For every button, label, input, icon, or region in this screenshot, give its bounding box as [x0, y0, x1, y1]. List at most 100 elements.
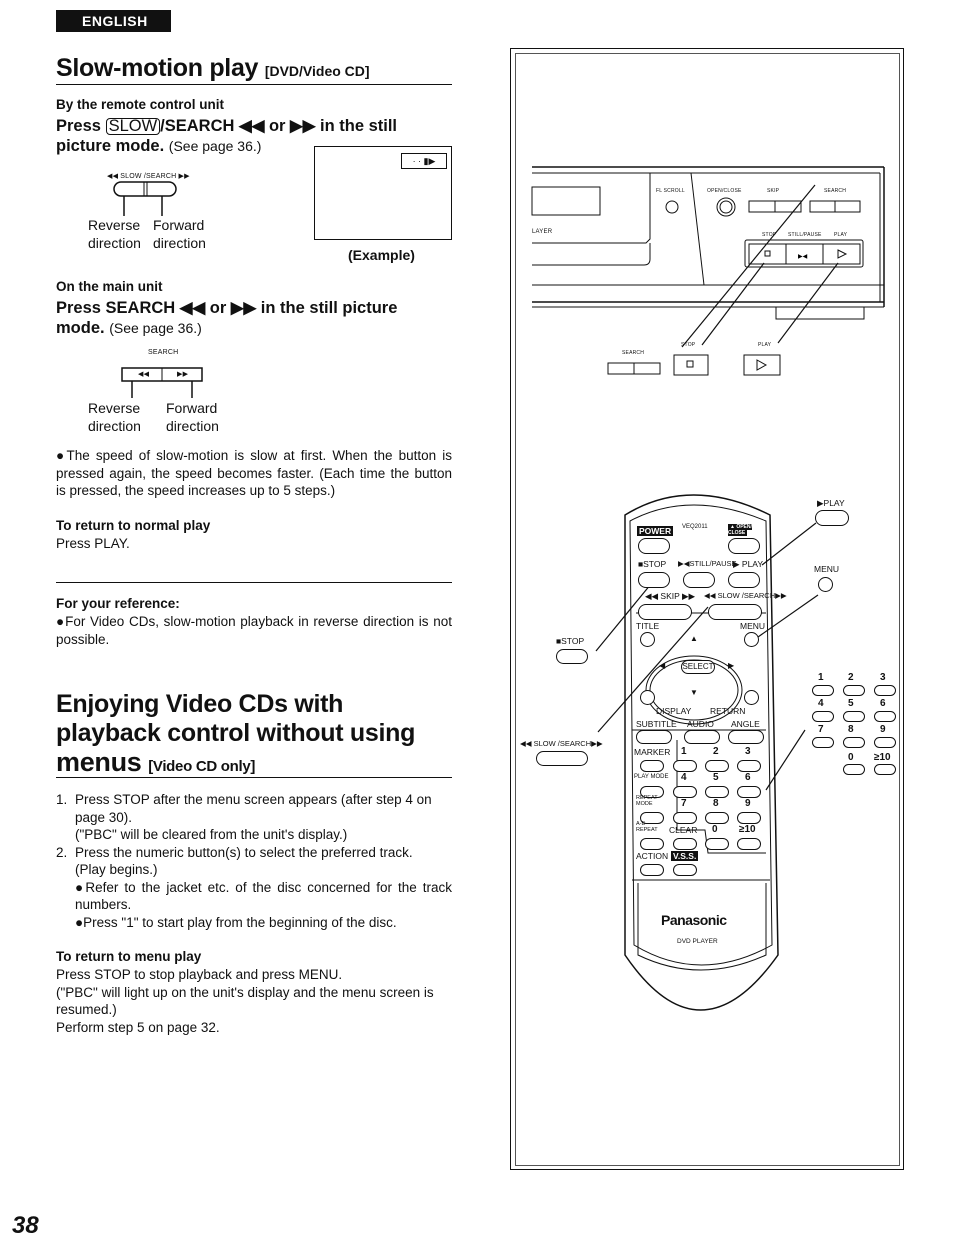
remote-key-8[interactable] [705, 812, 729, 824]
step-body: Press the numeric button(s) to select th… [75, 844, 452, 932]
remote-key-7[interactable] [673, 812, 697, 824]
remote-return-button[interactable] [744, 690, 759, 705]
remote-key-9[interactable] [737, 812, 761, 824]
model-text: LAYER [532, 229, 553, 235]
remote-key-4[interactable] [673, 786, 697, 798]
remote-slow-search-label: ◀◀ SLOW /SEARCH▶▶ [704, 591, 787, 600]
remote-ab-repeat-button[interactable] [640, 838, 664, 850]
remote-key-3[interactable] [737, 760, 761, 772]
callout-key-label-4: 4 [818, 698, 824, 709]
callout-key-label-9: 9 [880, 724, 886, 735]
callout-key-9 [874, 737, 896, 748]
section-title-slow-motion: Slow-motion play [DVD/Video CD] [56, 54, 370, 83]
language-tab: ENGLISH [56, 10, 171, 32]
remote-skip-button[interactable] [638, 604, 692, 620]
remote-vss-label: V.S.S. [671, 851, 699, 861]
remote-marker-label: MARKER [634, 747, 671, 757]
reference-heading: For your reference: [56, 596, 180, 611]
callout-remote-menu: MENU [814, 564, 840, 574]
remote-angle-button[interactable] [728, 730, 764, 744]
reverse-word: Reverse [88, 217, 141, 233]
cursor-left-icon[interactable]: ◀ [659, 661, 665, 670]
remote-menu-button[interactable] [744, 632, 759, 647]
remote-display-button[interactable] [640, 690, 655, 705]
return-line: Press STOP to stop playback and press ME… [56, 967, 343, 982]
remote-title-button[interactable] [640, 632, 655, 647]
main-search-label: SEARCH [148, 349, 179, 356]
callout-key-1 [812, 685, 834, 696]
main-unit-instruction: Press SEARCH ◀◀ or ▶▶ in the still pictu… [56, 298, 452, 338]
key-label-4: 4 [681, 772, 687, 783]
step-bullet: ●Press "1" to start play from the beginn… [75, 914, 397, 930]
return-normal-heading: To return to normal play [56, 518, 211, 533]
key-label-6: 6 [745, 772, 751, 783]
instr-post: /SEARCH ◀◀ or ▶▶ in the still [160, 117, 398, 135]
step-number: 2. [56, 844, 68, 860]
remote-key-6[interactable] [737, 786, 761, 798]
slow-osd-indicator: · · ▮▶ [401, 153, 447, 169]
power-text: POWER [637, 526, 674, 536]
remote-stop-label: ■STOP [638, 559, 667, 569]
remote-subheading: By the remote control unit [56, 97, 225, 112]
callout-key-7 [812, 737, 834, 748]
remote-audio-button[interactable] [684, 730, 720, 744]
remote-key-5[interactable] [705, 786, 729, 798]
product-label: DVD PLAYER [677, 938, 718, 945]
remote-vss-button[interactable] [673, 864, 697, 876]
reference-divider [56, 582, 452, 583]
remote-key-2[interactable] [705, 760, 729, 772]
remote-open-close-label: ▲ OPEN/ CLOSE [728, 524, 758, 536]
remote-marker-button[interactable] [640, 760, 664, 772]
key-label-7: 7 [681, 798, 687, 809]
remote-play-button[interactable] [728, 572, 760, 588]
remote-subtitle-label: SUBTITLE [636, 719, 677, 729]
slow-key: SLOW [105, 118, 161, 135]
key-label-0: 0 [712, 824, 718, 835]
play-label-panel: PLAY [834, 232, 848, 238]
step-line: Press STOP after the menu screen appears… [75, 792, 432, 825]
cursor-right-icon[interactable]: ▶ [728, 661, 734, 670]
remote-still-pause-button[interactable] [683, 572, 715, 588]
callout-key-label-1: 1 [818, 672, 824, 683]
stop-label-panel: STOP [762, 232, 777, 238]
remote-key-10plus[interactable] [737, 838, 761, 850]
remote-power-button[interactable] [638, 538, 670, 554]
key-label-1: 1 [681, 746, 687, 757]
remote-slow-search-button[interactable] [708, 604, 762, 620]
search-label-panel: SEARCH [824, 188, 847, 194]
remote-action-button[interactable] [640, 864, 664, 876]
remote-key-0[interactable] [705, 838, 729, 850]
cursor-up-icon[interactable]: ▲ [690, 634, 698, 643]
callout-remote-play: ▶PLAY [817, 498, 845, 508]
remote-clear-label: CLEAR [669, 825, 698, 835]
return-menu-heading: To return to menu play [56, 949, 202, 964]
cursor-down-icon[interactable]: ▼ [690, 688, 698, 697]
direction-word: direction [88, 235, 141, 251]
remote-subtitle-button[interactable] [636, 730, 672, 744]
remote-repeat-mode-label: REPEAT MODE [636, 795, 658, 807]
instr-main: Press SEARCH ◀◀ or ▶▶ in the still pictu… [56, 299, 398, 317]
skip-label: SKIP [767, 188, 780, 194]
callout-key-label-0: 0 [848, 752, 854, 763]
main-unit-subheading: On the main unit [56, 279, 163, 294]
callout-key-8 [843, 737, 865, 748]
remote-clear-button[interactable] [673, 838, 697, 850]
reference-text: ●For Video CDs, slow-motion playback in … [56, 614, 452, 647]
callout-search: SEARCH [622, 350, 645, 356]
slow-search-button-diagram [113, 181, 177, 216]
title-line-2: playback control without using [56, 719, 416, 747]
remote-key-1[interactable] [673, 760, 697, 772]
callout-key-0 [843, 764, 865, 775]
direction-word: direction [166, 418, 219, 434]
section-title-video-cd: Enjoying Video CDs with playback control… [56, 690, 415, 781]
callout-key-label-6: 6 [880, 698, 886, 709]
return-normal-text: Press PLAY. [56, 536, 130, 551]
remote-open-close-button[interactable] [728, 538, 760, 554]
remote-select-button[interactable]: SELECT [681, 660, 715, 674]
remote-return-label: RETURN [710, 706, 746, 716]
step-number: 1. [56, 792, 68, 807]
remote-skip-label: ◀◀ SKIP ▶▶ [645, 591, 696, 601]
see-page-main: (See page 36.) [109, 320, 202, 336]
remote-stop-button[interactable] [638, 572, 670, 588]
main-forward-label: Forward direction [166, 399, 219, 435]
